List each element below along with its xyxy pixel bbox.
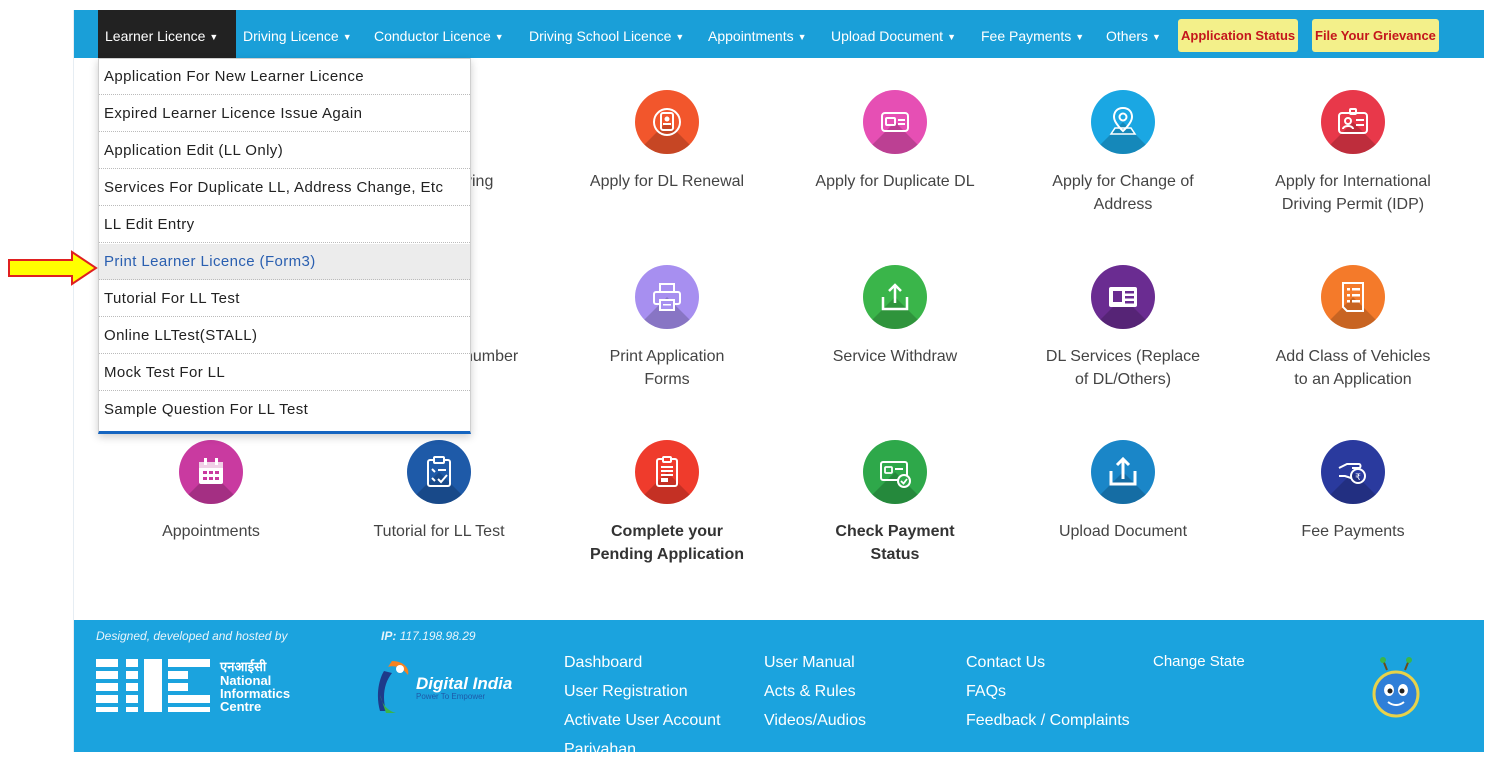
tile-label: Apply for DL Renewal [589, 173, 745, 190]
caret-down-icon: ▼ [494, 32, 504, 42]
tile-label: Upload Document [1058, 523, 1188, 540]
document-list-icon [1321, 265, 1385, 329]
caret-down-icon: ▼ [1152, 32, 1161, 42]
nav-others[interactable]: Others ▼ [1106, 10, 1161, 58]
license-renewal-icon [635, 90, 699, 154]
tile-label: Apply for International Driving Permit (I… [1275, 173, 1431, 213]
form-document-icon [635, 440, 699, 504]
nav-label: Driving School Licence [529, 28, 672, 44]
footer-link-dashboard[interactable]: Dashboard [564, 654, 642, 672]
menu-item-new-learner-licence[interactable]: Application For New Learner Licence [99, 59, 470, 95]
menu-item-mock-test[interactable]: Mock Test For LL [99, 355, 470, 391]
tile-label: Service Withdraw [832, 348, 958, 365]
nav-appointments[interactable]: Appointments ▼ [708, 10, 807, 58]
svg-text:Centre: Centre [220, 699, 261, 713]
nav-label: Driving Licence [243, 28, 339, 44]
page-frame: Learner Licence ▼ Driving Licence ▼ Conduc… [73, 10, 1484, 758]
caret-down-icon: ▼ [209, 32, 219, 42]
footer-link-feedback[interactable]: Feedback / Complaints [966, 712, 1130, 730]
id-badge-icon [1321, 90, 1385, 154]
caret-down-icon: ▼ [947, 32, 956, 42]
nav-fee-payments[interactable]: Fee Payments ▼ [981, 10, 1084, 58]
footer-link-activate-account[interactable]: Activate User Account [564, 712, 721, 730]
printer-icon [635, 265, 699, 329]
nav-label: Fee Payments [981, 28, 1072, 44]
nav-driving-licence[interactable]: Driving Licence ▼ [243, 10, 352, 58]
nav-learner-licence[interactable]: Learner Licence ▼ [98, 10, 236, 58]
nav-upload-document[interactable]: Upload Document ▼ [831, 10, 956, 58]
calendar-icon [179, 440, 243, 504]
hand-coin-icon: ₹ [1321, 440, 1385, 504]
tray-upload-icon [863, 265, 927, 329]
footer-link-contact-us[interactable]: Contact Us [966, 654, 1045, 672]
tile-label: number [464, 348, 519, 365]
menu-item-application-edit[interactable]: Application Edit (LL Only) [99, 133, 470, 169]
footer-link-user-manual[interactable]: User Manual [764, 654, 855, 672]
tile-label: Fee Payments [1301, 523, 1405, 540]
menu-item-ll-edit-entry[interactable]: LL Edit Entry [99, 207, 470, 243]
tile-label: Appointments [162, 523, 260, 540]
svg-text:Digital India: Digital India [416, 674, 512, 693]
digital-india-logo: Digital India Power To Empower [377, 661, 512, 713]
nav-label: Upload Document [831, 28, 944, 44]
tile-label: Check Payment Status [835, 523, 955, 563]
tile-label: Print Application Forms [609, 348, 725, 388]
yellow-pointer-arrow [8, 250, 98, 286]
nic-logo: एनआईसी National Informatics Centre [96, 659, 290, 713]
mascot-icon[interactable] [1369, 656, 1423, 720]
footer-link-parivahan[interactable]: Parivahan [564, 741, 636, 759]
checklist-icon [407, 440, 471, 504]
payment-card-icon [863, 440, 927, 504]
tile-label: ving [464, 173, 494, 190]
footer-link-change-state[interactable]: Change State [1153, 653, 1245, 670]
nav-label: Conductor Licence [374, 28, 491, 44]
svg-text:₹: ₹ [1355, 473, 1361, 483]
nav-conductor-licence[interactable]: Conductor Licence ▼ [374, 10, 504, 58]
tile-label: Tutorial for LL Test [373, 523, 505, 540]
id-card-icon [1091, 265, 1155, 329]
tile-label: Add Class of Vehicles to an Application [1275, 348, 1431, 388]
footer-link-user-registration[interactable]: User Registration [564, 683, 688, 701]
svg-text:Power To Empower: Power To Empower [416, 692, 486, 701]
menu-item-duplicate-ll-services[interactable]: Services For Duplicate LL, Address Chang… [99, 170, 470, 206]
location-pin-icon [1091, 90, 1155, 154]
tile-label: Apply for Duplicate DL [815, 173, 975, 190]
caret-down-icon: ▼ [1075, 32, 1085, 42]
menu-item-print-learner-licence[interactable]: Print Learner Licence (Form3) [99, 244, 470, 280]
nav-driving-school-licence[interactable]: Driving School Licence ▼ [529, 10, 684, 58]
tile-label: Apply for Change of Address [1052, 173, 1194, 213]
duplicate-card-icon [863, 90, 927, 154]
file-grievance-button[interactable]: File Your Grievance [1312, 19, 1439, 52]
menu-item-online-lltest-stall[interactable]: Online LLTest(STALL) [99, 318, 470, 354]
menu-item-tutorial-ll-test[interactable]: Tutorial For LL Test [99, 281, 470, 317]
caret-down-icon: ▼ [342, 32, 352, 42]
menu-item-sample-question[interactable]: Sample Question For LL Test [99, 392, 470, 428]
nav-label: Others [1106, 28, 1149, 44]
learner-licence-dropdown: Application For New Learner Licence Expi… [98, 58, 471, 434]
caret-down-icon: ▼ [797, 32, 807, 42]
footer-credit: Designed, developed and hosted by [96, 629, 288, 643]
upload-tray-icon [1091, 440, 1155, 504]
footer-link-faqs[interactable]: FAQs [966, 683, 1006, 701]
footer-ip: IP: 117.198.98.29 [381, 629, 476, 643]
application-status-button[interactable]: Application Status [1178, 19, 1299, 52]
nav-label: Appointments [708, 28, 794, 44]
site-footer: Designed, developed and hosted by IP: 11… [74, 620, 1484, 758]
caret-down-icon: ▼ [675, 32, 685, 42]
main-navbar: Learner Licence ▼ Driving Licence ▼ Conduc… [74, 10, 1484, 58]
nav-label: Learner Licence [105, 28, 206, 44]
menu-item-expired-ll-issue[interactable]: Expired Learner Licence Issue Again [99, 96, 470, 132]
footer-link-videos-audios[interactable]: Videos/Audios [764, 712, 866, 730]
tile-label: Complete your Pending Application [589, 523, 745, 563]
footer-link-acts-rules[interactable]: Acts & Rules [764, 683, 856, 701]
tile-label: DL Services (Replace of DL/Others) [1045, 348, 1201, 388]
